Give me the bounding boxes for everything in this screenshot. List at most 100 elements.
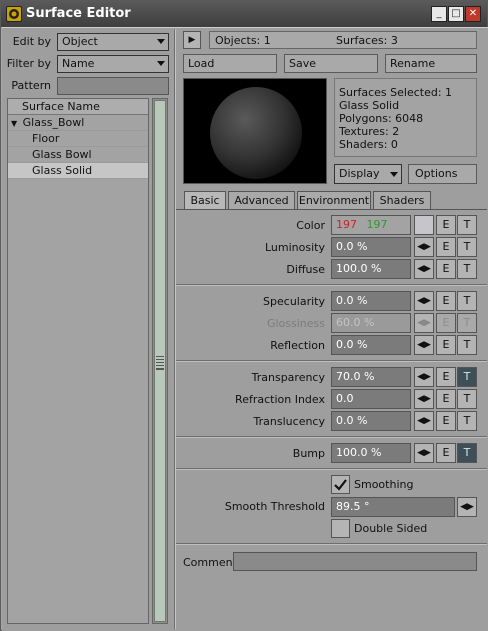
translucency-input[interactable]: 0.0 % — [331, 411, 411, 431]
luminosity-label: Luminosity — [265, 241, 325, 254]
left-right-arrows-icon[interactable]: ◀▶ — [414, 335, 434, 355]
title-bar[interactable]: Surface Editor _ □ ✕ — [1, 1, 487, 27]
panel-divider — [174, 29, 176, 629]
list-item[interactable]: Glass Bowl — [8, 147, 148, 163]
tab-advanced[interactable]: Advanced — [228, 191, 295, 210]
edit-by-dropdown[interactable]: Object — [57, 33, 169, 51]
glossiness-envelope-button: E — [436, 313, 456, 333]
bump-envelope-button[interactable]: E — [436, 443, 456, 463]
section-divider — [176, 284, 487, 286]
tab-shaders[interactable]: Shaders — [373, 191, 431, 210]
bump-label: Bump — [292, 447, 325, 460]
left-right-arrows-icon[interactable]: ◀▶ — [414, 411, 434, 431]
list-item[interactable]: Floor — [8, 131, 148, 147]
translucency-label: Translucency — [253, 415, 325, 428]
filter-by-value: Name — [62, 57, 95, 70]
refraction-index-input[interactable]: 0.0 — [331, 389, 411, 409]
refraction-index-label: Refraction Index — [235, 393, 325, 406]
reflection-envelope-button[interactable]: E — [436, 335, 456, 355]
minimize-button[interactable]: _ — [431, 6, 447, 22]
double-sided-checkbox[interactable] — [331, 519, 350, 538]
pattern-input[interactable] — [57, 77, 169, 95]
color-texture-button[interactable]: T — [457, 215, 477, 235]
color-label: Color — [296, 219, 325, 232]
filter-by-dropdown[interactable]: Name — [57, 55, 169, 73]
transparency-envelope-button[interactable]: E — [436, 367, 456, 387]
surface-editor-window: Surface Editor _ □ ✕ Edit by Object Filt… — [0, 0, 488, 631]
play-button[interactable]: ▶ — [183, 31, 201, 49]
list-item-group[interactable]: ▼ Glass_Bowl — [8, 115, 148, 131]
luminosity-input[interactable]: 0.0 % — [331, 237, 411, 257]
color-swatch[interactable] — [414, 215, 434, 235]
left-right-arrows-icon[interactable]: ◀▶ — [414, 259, 434, 279]
left-right-arrows-icon[interactable]: ◀▶ — [414, 291, 434, 311]
reflection-texture-button[interactable]: T — [457, 335, 477, 355]
list-scrollbar-track[interactable] — [152, 98, 168, 624]
specularity-label: Specularity — [263, 295, 325, 308]
left-right-arrows-icon[interactable]: ◀▶ — [457, 497, 477, 517]
diffuse-input[interactable]: 100.0 % — [331, 259, 411, 279]
smoothing-checkbox[interactable] — [331, 475, 350, 494]
color-envelope-button[interactable]: E — [436, 215, 456, 235]
bump-texture-button[interactable]: T — [457, 443, 477, 463]
expand-triangle-icon[interactable]: ▼ — [11, 119, 17, 128]
smoothing-label: Smoothing — [354, 478, 414, 491]
app-icon — [6, 6, 22, 22]
reflection-label: Reflection — [270, 339, 325, 352]
transparency-texture-button[interactable]: T — [457, 367, 477, 387]
bump-input[interactable]: 100.0 % — [331, 443, 411, 463]
luminosity-envelope-button[interactable]: E — [436, 237, 456, 257]
refraction-texture-button[interactable]: T — [457, 389, 477, 409]
diffuse-texture-button[interactable]: T — [457, 259, 477, 279]
load-button[interactable]: Load — [183, 54, 277, 73]
surface-preview[interactable] — [183, 78, 327, 184]
rename-button[interactable]: Rename — [385, 54, 477, 73]
translucency-envelope-button[interactable]: E — [436, 411, 456, 431]
transparency-input[interactable]: 70.0 % — [331, 367, 411, 387]
close-button[interactable]: ✕ — [465, 6, 481, 22]
maximize-button[interactable]: □ — [448, 6, 464, 22]
specularity-texture-button[interactable]: T — [457, 291, 477, 311]
pattern-label: Pattern — [11, 79, 51, 92]
group-label: Glass_Bowl — [22, 116, 85, 129]
display-dropdown[interactable]: Display — [334, 164, 402, 184]
comment-input[interactable] — [233, 552, 477, 571]
smooth-threshold-input[interactable]: 89.5 ° — [331, 497, 455, 517]
specularity-input[interactable]: 0.0 % — [331, 291, 411, 311]
grip-icon — [156, 356, 164, 370]
left-right-arrows-icon: ◀▶ — [414, 313, 434, 333]
list-item-selected[interactable]: Glass Solid — [8, 163, 148, 179]
surfaces-count: Surfaces: 3 — [336, 34, 398, 47]
smooth-threshold-label: Smooth Threshold — [224, 500, 325, 513]
refraction-envelope-button[interactable]: E — [436, 389, 456, 409]
filter-by-label: Filter by — [6, 57, 51, 70]
diffuse-envelope-button[interactable]: E — [436, 259, 456, 279]
specularity-envelope-button[interactable]: E — [436, 291, 456, 311]
left-right-arrows-icon[interactable]: ◀▶ — [414, 367, 434, 387]
section-divider — [176, 360, 487, 362]
left-right-arrows-icon[interactable]: ◀▶ — [414, 443, 434, 463]
reflection-input[interactable]: 0.0 % — [331, 335, 411, 355]
left-right-arrows-icon[interactable]: ◀▶ — [414, 389, 434, 409]
left-right-arrows-icon[interactable]: ◀▶ — [414, 237, 434, 257]
polygons-count: Polygons: 6048 — [339, 112, 424, 125]
list-header[interactable]: Surface Name — [8, 99, 148, 115]
surface-name: Glass Solid — [339, 99, 400, 112]
double-sided-label: Double Sided — [354, 522, 428, 535]
transparency-label: Transparency — [251, 371, 325, 384]
luminosity-texture-button[interactable]: T — [457, 237, 477, 257]
color-red-value: 197 — [336, 218, 357, 231]
textures-count: Textures: 2 — [339, 125, 400, 138]
options-button[interactable]: Options — [408, 164, 477, 184]
edit-by-label: Edit by — [12, 35, 51, 48]
section-divider — [176, 436, 487, 438]
scrollbar-thumb[interactable] — [154, 100, 166, 622]
save-button[interactable]: Save — [284, 54, 378, 73]
chevron-down-icon — [157, 39, 165, 44]
color-rgb-field[interactable]: 197 197 203 — [331, 215, 411, 249]
status-box: Objects: 1 Surfaces: 3 — [209, 31, 477, 49]
translucency-texture-button[interactable]: T — [457, 411, 477, 431]
tab-basic[interactable]: Basic — [184, 191, 226, 210]
shaders-count: Shaders: 0 — [339, 138, 398, 151]
tab-environment[interactable]: Environment — [297, 191, 371, 210]
